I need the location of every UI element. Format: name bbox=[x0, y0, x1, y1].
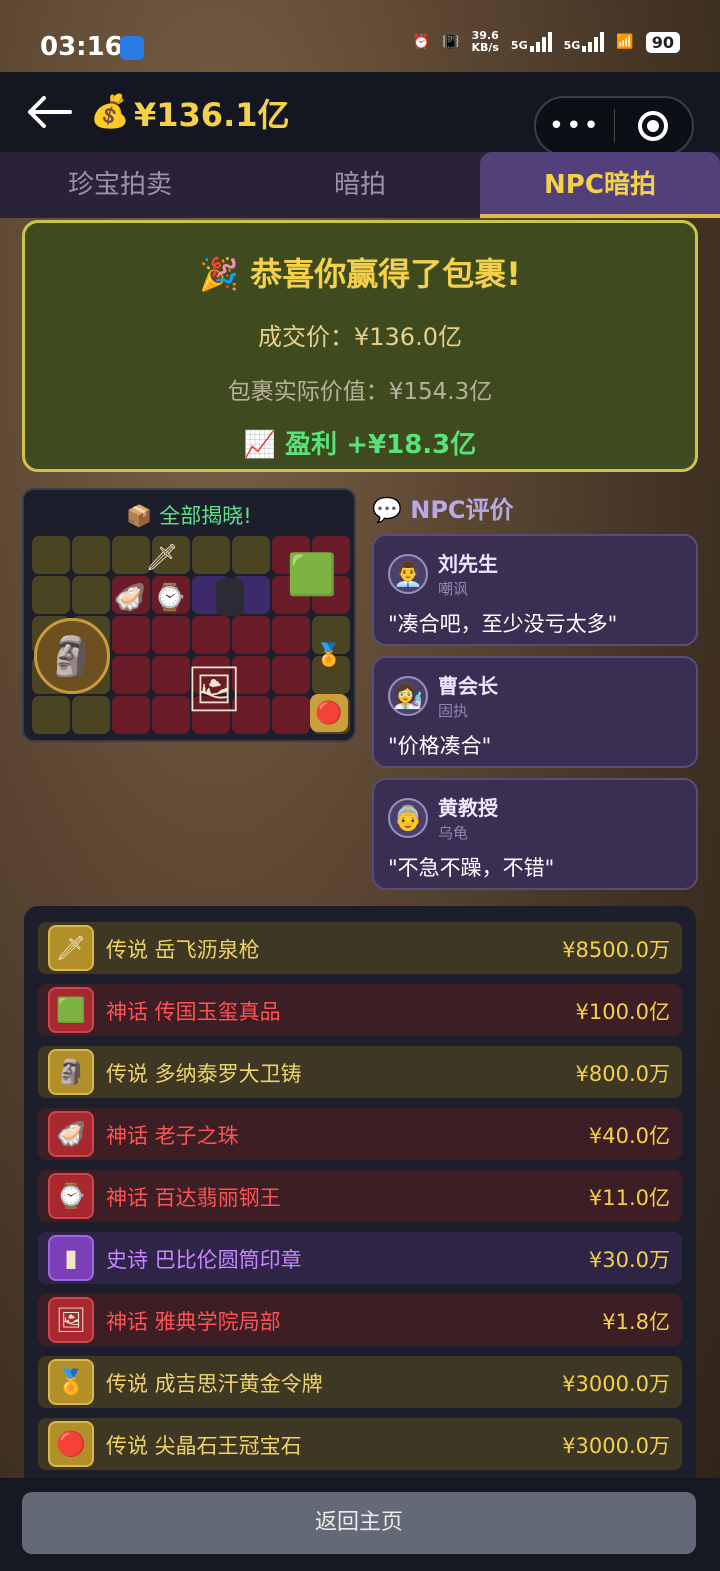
package-item-list[interactable]: 🗡 传说 岳飞沥泉枪 ¥8500.0万 🟩 神话 传国玉玺真品 ¥100.0亿 🗿 传说 多纳… bbox=[24, 906, 696, 1482]
item-name: 传说 多纳泰罗大卫铸 bbox=[106, 1062, 302, 1086]
item-price: ¥11.0亿 bbox=[588, 1186, 670, 1210]
item-name: 传说 成吉思汗黄金令牌 bbox=[106, 1372, 323, 1396]
npc-quote: "不急不躁，不错" bbox=[388, 856, 555, 880]
painting-icon: 🖼 bbox=[186, 664, 242, 715]
item-name: 神话 百达翡丽钢王 bbox=[106, 1186, 281, 1210]
npc-avatar: 👩‍🔬 bbox=[388, 676, 428, 716]
item-row[interactable]: 🖼 神话 雅典学院局部 ¥1.8亿 bbox=[38, 1294, 682, 1346]
balance: ¥136.1亿 bbox=[134, 96, 290, 134]
item-thumbnail-icon: 🏅 bbox=[48, 1359, 94, 1405]
npc-comment-card: 👩‍🔬 曹会长 固执 "价格凑合" bbox=[372, 656, 698, 768]
npc-trait: 乌龟 bbox=[438, 824, 469, 842]
item-thumbnail-icon: 🖼 bbox=[48, 1297, 94, 1343]
item-price: ¥40.0亿 bbox=[588, 1124, 670, 1148]
pearl-icon: 🦪 bbox=[113, 583, 147, 613]
jade-seal-icon: 🟩 bbox=[287, 551, 337, 598]
item-row[interactable]: ⌚ 神话 百达翡丽钢王 ¥11.0亿 bbox=[38, 1170, 682, 1222]
item-row[interactable]: ▮ 史诗 巴比伦圆筒印章 ¥30.0万 bbox=[38, 1232, 682, 1284]
signal-icon-2: 5G bbox=[564, 32, 605, 52]
app-notification-icon bbox=[120, 36, 144, 60]
status-bar: 03:16 ⏰ 📳 39.6 KB/s 5G 5G 📶 90 bbox=[0, 0, 720, 72]
item-price: ¥1.8亿 bbox=[602, 1310, 670, 1334]
npc-comment-card: 👨‍💼 刘先生 嘲讽 "凑合吧，至少没亏太多" bbox=[372, 534, 698, 646]
actual-value: 包裹实际价值：¥154.3亿 bbox=[227, 379, 493, 405]
win-title: 🎉 恭喜你赢得了包裹! bbox=[199, 255, 521, 293]
party-popper-icon: 🎉 bbox=[199, 255, 240, 293]
return-home-button[interactable]: 返回主页 bbox=[22, 1492, 696, 1554]
item-row[interactable]: 🦪 神话 老子之珠 ¥40.0亿 bbox=[38, 1108, 682, 1160]
seal-cylinder-icon bbox=[216, 578, 244, 616]
speech-bubble-icon: 💬 bbox=[372, 496, 402, 524]
item-thumbnail-icon: 🟩 bbox=[48, 987, 94, 1033]
profit: 📈 盈利 +¥18.3亿 bbox=[243, 430, 477, 460]
item-price: ¥3000.0万 bbox=[562, 1434, 670, 1458]
item-thumbnail-icon: 🗿 bbox=[48, 1049, 94, 1095]
npc-avatar: 👨‍💼 bbox=[388, 554, 428, 594]
more-icon[interactable]: ••• bbox=[536, 111, 614, 141]
item-price: ¥8500.0万 bbox=[562, 938, 670, 962]
item-name: 神话 传国玉玺真品 bbox=[106, 1000, 281, 1024]
npc-avatar: 👵 bbox=[388, 798, 428, 838]
chart-up-icon: 📈 bbox=[243, 430, 277, 460]
item-thumbnail-icon: ⌚ bbox=[48, 1173, 94, 1219]
item-name: 史诗 巴比伦圆筒印章 bbox=[106, 1248, 302, 1272]
watch-icon: ⌚ bbox=[153, 583, 187, 613]
vibrate-icon: 📳 bbox=[442, 34, 460, 50]
item-price: ¥3000.0万 bbox=[562, 1372, 670, 1396]
item-thumbnail-icon: 🔴 bbox=[48, 1421, 94, 1467]
item-row[interactable]: 🟩 神话 传国玉玺真品 ¥100.0亿 bbox=[38, 984, 682, 1036]
item-price: ¥30.0万 bbox=[588, 1248, 670, 1272]
network-speed: 39.6 KB/s bbox=[471, 29, 499, 54]
item-row[interactable]: 🗡 传说 岳飞沥泉枪 ¥8500.0万 bbox=[38, 922, 682, 974]
status-time: 03:16 bbox=[40, 32, 123, 62]
npc-comment-card: 👵 黄教授 乌龟 "不急不躁，不错" bbox=[372, 778, 698, 890]
tab-blind-auction[interactable]: 暗拍 bbox=[240, 152, 480, 218]
npc-name: 曹会长 bbox=[438, 674, 498, 698]
item-name: 神话 老子之珠 bbox=[106, 1124, 239, 1148]
npc-name: 刘先生 bbox=[438, 552, 498, 576]
tab-treasure-auction[interactable]: 珍宝拍卖 bbox=[0, 152, 240, 218]
signal-icon: 5G bbox=[511, 32, 552, 52]
golden-tablet-icon: 🏅 bbox=[315, 642, 343, 668]
spear-icon: 🗡 bbox=[145, 543, 179, 573]
money-bag-icon: 💰 bbox=[90, 92, 130, 130]
item-thumbnail-icon: 🗡 bbox=[48, 925, 94, 971]
npc-name: 黄教授 bbox=[438, 796, 498, 820]
header: 💰 ¥136.1亿 ••• bbox=[0, 72, 720, 156]
item-row[interactable]: 🔴 传说 尖晶石王冠宝石 ¥3000.0万 bbox=[38, 1418, 682, 1470]
statue-icon: 🗿 bbox=[34, 618, 110, 694]
package-reveal-panel: 📦 全部揭晓! 🗡 🦪 ⌚ 🟩 🗿 🖼 🏅 🔴 bbox=[22, 488, 356, 742]
tab-bar: 珍宝拍卖 暗拍 NPC暗拍 bbox=[0, 152, 720, 218]
alarm-icon: ⏰ bbox=[412, 34, 430, 50]
deal-price: 成交价：¥136.0亿 bbox=[258, 323, 462, 351]
wifi-icon: 📶 bbox=[616, 34, 634, 50]
reveal-title: 📦 全部揭晓! bbox=[126, 504, 252, 528]
npc-quote: "凑合吧，至少没亏太多" bbox=[388, 612, 618, 636]
status-icons: ⏰ 📳 39.6 KB/s 5G 5G 📶 90 bbox=[413, 30, 680, 54]
item-row[interactable]: 🗿 传说 多纳泰罗大卫铸 ¥800.0万 bbox=[38, 1046, 682, 1098]
mini-program-capsule: ••• bbox=[534, 96, 694, 156]
battery-icon: 90 bbox=[645, 31, 680, 53]
item-price: ¥100.0亿 bbox=[575, 1000, 670, 1024]
item-name: 传说 岳飞沥泉枪 bbox=[106, 938, 260, 962]
tab-npc-blind-auction[interactable]: NPC暗拍 bbox=[480, 152, 720, 218]
bottom-bar: 返回主页 bbox=[0, 1478, 720, 1571]
npc-quote: "价格凑合" bbox=[388, 734, 492, 758]
npc-trait: 固执 bbox=[438, 702, 469, 720]
close-miniprogram-icon[interactable] bbox=[614, 111, 692, 141]
back-arrow-icon[interactable] bbox=[26, 94, 72, 130]
item-price: ¥800.0万 bbox=[575, 1062, 670, 1086]
item-thumbnail-icon: 🦪 bbox=[48, 1111, 94, 1157]
npc-comments-heading: 💬 NPC评价 bbox=[372, 496, 514, 524]
win-result-card: 🎉 恭喜你赢得了包裹! 成交价：¥136.0亿 包裹实际价值：¥154.3亿 📈… bbox=[22, 220, 698, 472]
item-name: 传说 尖晶石王冠宝石 bbox=[106, 1434, 302, 1458]
npc-trait: 嘲讽 bbox=[438, 580, 469, 598]
gemstone-icon: 🔴 bbox=[310, 694, 348, 732]
item-name: 神话 雅典学院局部 bbox=[106, 1310, 281, 1334]
item-row[interactable]: 🏅 传说 成吉思汗黄金令牌 ¥3000.0万 bbox=[38, 1356, 682, 1408]
package-icon: 📦 bbox=[126, 504, 153, 528]
item-thumbnail-icon: ▮ bbox=[48, 1235, 94, 1281]
